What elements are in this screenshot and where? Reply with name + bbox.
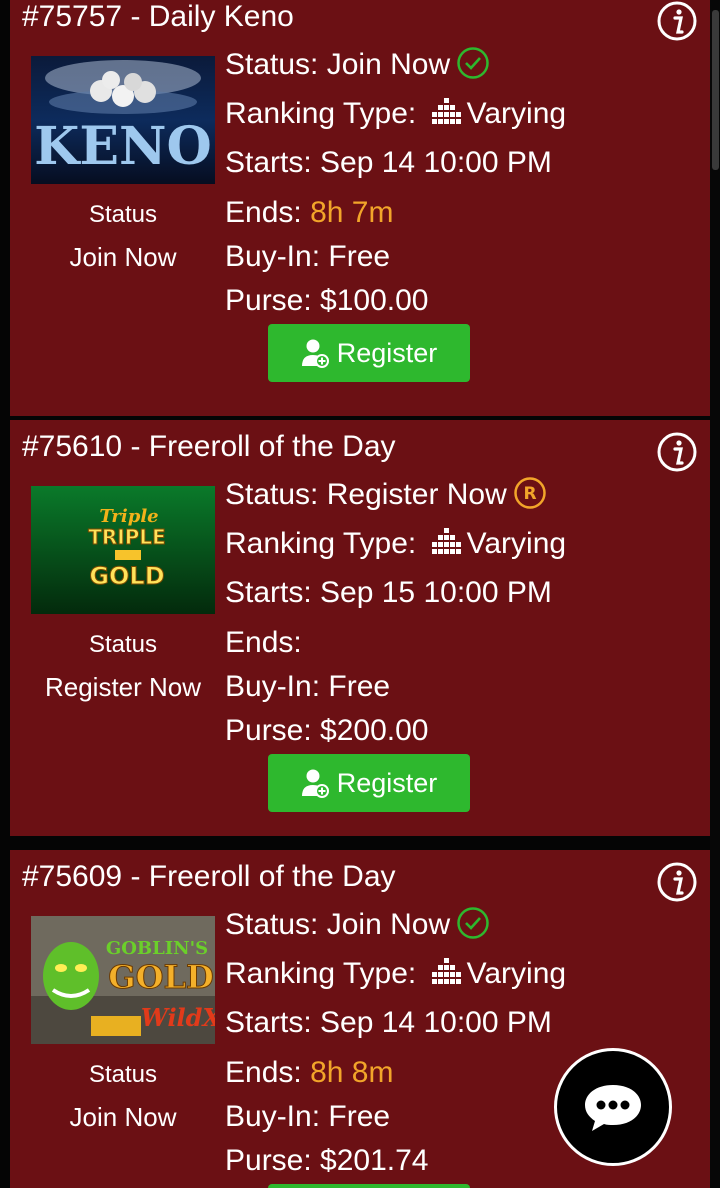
- tournament-title: #75757 - Daily Keno: [22, 0, 294, 33]
- buy-in-line: Buy-In: Free: [225, 670, 391, 703]
- purse-line: Purse: $200.00: [225, 714, 429, 747]
- ends-line: Ends: 8h 8m: [225, 1056, 394, 1089]
- status-value-left: Register Now: [44, 672, 202, 702]
- status-value-left: Join Now: [69, 1102, 177, 1132]
- keno-logo-text: KENO: [34, 116, 212, 177]
- game-thumbnail-keno[interactable]: KENO: [31, 56, 215, 184]
- tournament-card: #75757 - Daily Keno KENO Status: Join No…: [10, 0, 710, 416]
- status-label: Status: [88, 201, 158, 228]
- ends-line: Ends:: [225, 626, 302, 659]
- ends-line: Ends: 8h 7m: [225, 196, 394, 229]
- chat-button[interactable]: [554, 1048, 672, 1166]
- starts-line: Starts: Sep 15 10:00 PM: [225, 576, 552, 609]
- ranking-type-line: Ranking Type: Varying: [225, 97, 567, 130]
- buy-in-line: Buy-In: Free: [225, 240, 391, 273]
- status-value: Register Now: [326, 478, 507, 511]
- status-label: Status: [88, 1061, 158, 1088]
- tournament-title: #75610 - Freeroll of the Day: [22, 430, 396, 463]
- tournament-card: #75610 - Freeroll of the Day Triple TRIP…: [10, 420, 710, 836]
- ends-countdown: 8h 8m: [310, 1056, 394, 1089]
- ranking-type-value: Varying: [466, 527, 567, 560]
- status-line: Status: Join Now: [225, 46, 490, 83]
- ranking-icon: [431, 98, 461, 124]
- tournament-title: #75609 - Freeroll of the Day: [22, 860, 396, 893]
- svg-text:GOLD: GOLD: [89, 562, 164, 590]
- svg-text:GOBLIN'S: GOBLIN'S: [106, 938, 208, 959]
- svg-text:Triple: Triple: [99, 506, 158, 527]
- status-value: Join Now: [326, 48, 451, 81]
- ranking-type-value: Varying: [466, 97, 567, 130]
- status-line: Status: Register Now R: [225, 476, 547, 513]
- ranking-icon: [431, 958, 461, 984]
- game-thumbnail-goblins-gold[interactable]: GOBLIN'S GOLD WildX: [31, 916, 215, 1044]
- ends-countdown: 8h 7m: [310, 196, 394, 229]
- svg-text:TRIPLE: TRIPLE: [88, 525, 166, 549]
- game-thumbnail-triple-gold[interactable]: Triple TRIPLE GOLD: [31, 486, 215, 614]
- check-circle-icon: [457, 47, 489, 79]
- info-icon[interactable]: [656, 861, 698, 903]
- ranking-type-value: Varying: [466, 957, 567, 990]
- registered-circle-icon: R: [514, 477, 546, 509]
- info-icon[interactable]: [656, 431, 698, 473]
- user-add-icon: [301, 339, 329, 368]
- purse-line: Purse: $201.74: [225, 1144, 429, 1177]
- register-button[interactable]: Register: [268, 324, 470, 382]
- chat-bubble-icon: [585, 1085, 641, 1131]
- purse-line: Purse: $100.00: [225, 284, 429, 317]
- register-button[interactable]: [268, 1184, 470, 1188]
- svg-text:WildX: WildX: [141, 1003, 215, 1032]
- check-circle-icon: [457, 907, 489, 939]
- svg-text:GOLD: GOLD: [108, 958, 213, 996]
- status-label: Status: [88, 631, 158, 658]
- scrollbar-thumb[interactable]: [712, 10, 719, 170]
- status-line: Status: Join Now: [225, 906, 490, 943]
- ranking-type-line: Ranking Type: Varying: [225, 957, 567, 990]
- starts-line: Starts: Sep 14 10:00 PM: [225, 146, 552, 179]
- status-value: Join Now: [326, 908, 451, 941]
- register-button[interactable]: Register: [268, 754, 470, 812]
- status-value-left: Join Now: [69, 242, 177, 272]
- svg-text:R: R: [523, 484, 536, 504]
- info-icon[interactable]: [656, 0, 698, 42]
- starts-line: Starts: Sep 14 10:00 PM: [225, 1006, 552, 1039]
- buy-in-line: Buy-In: Free: [225, 1100, 391, 1133]
- ranking-type-line: Ranking Type: Varying: [225, 527, 567, 560]
- user-add-icon: [301, 769, 329, 798]
- ranking-icon: [431, 528, 461, 554]
- scrollbar[interactable]: [710, 0, 720, 1188]
